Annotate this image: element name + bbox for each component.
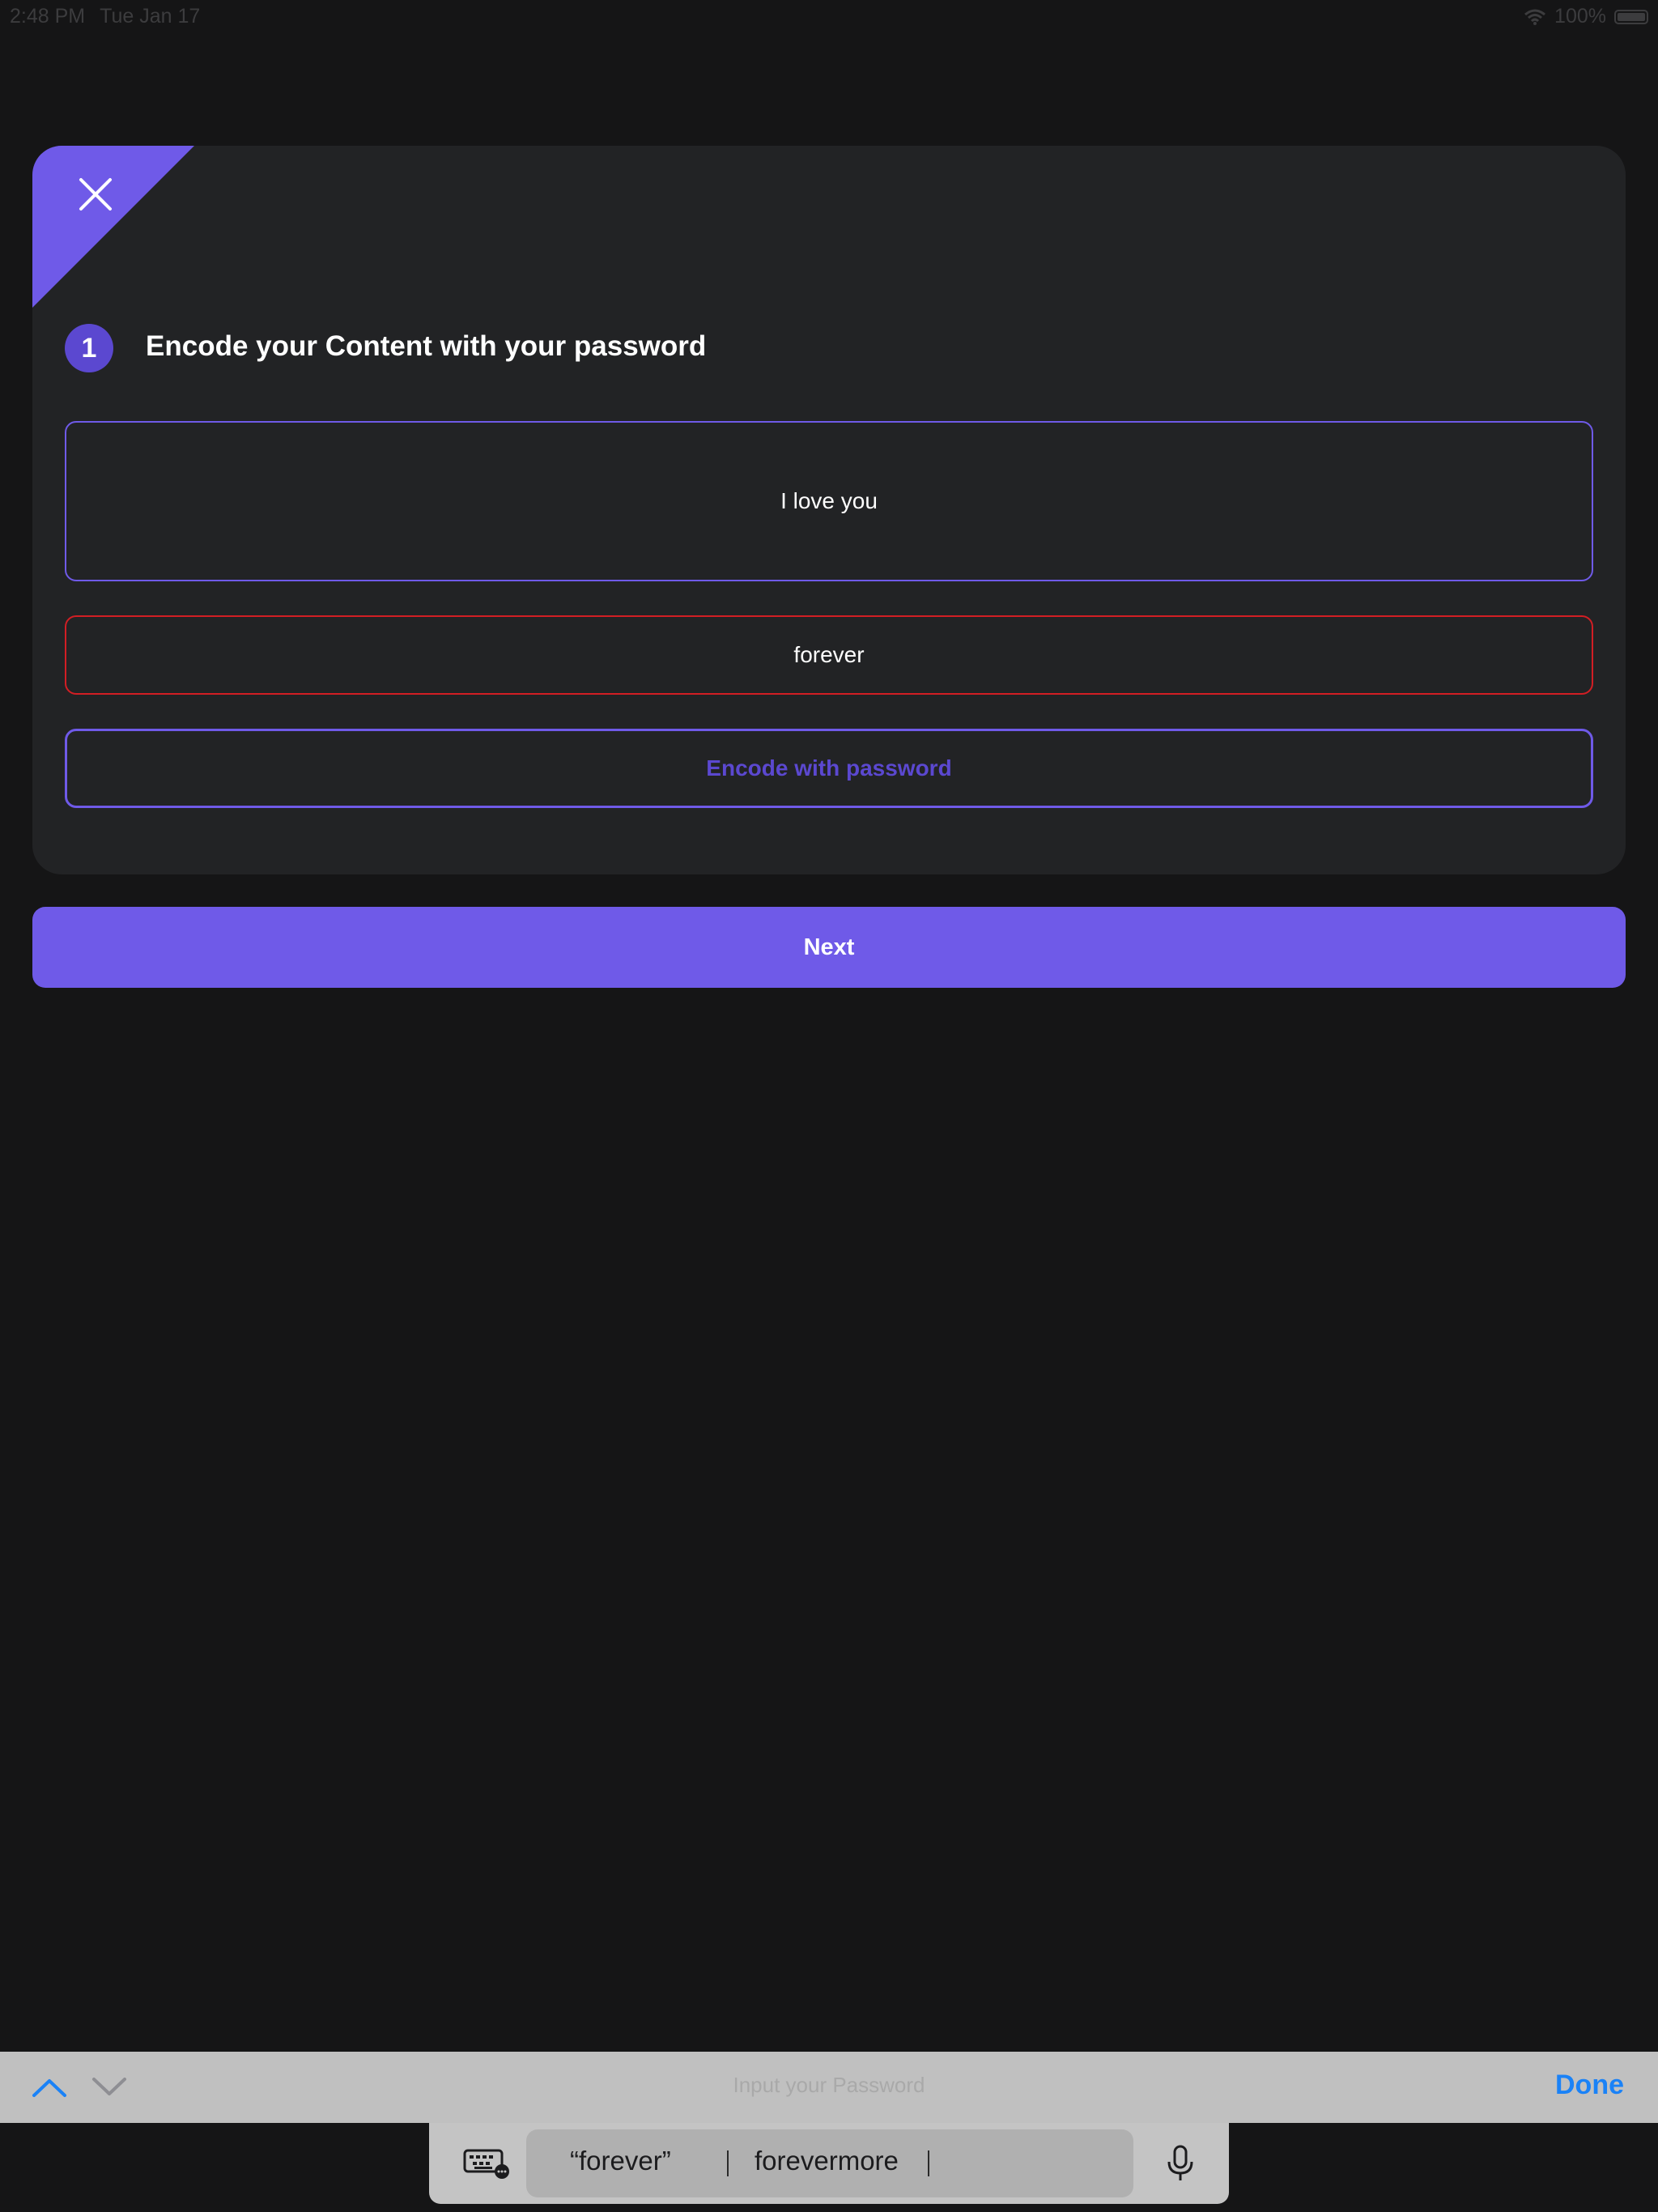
toolbar-placeholder: Input your Password: [733, 2073, 925, 2097]
close-icon[interactable]: [71, 170, 120, 219]
done-button[interactable]: Done: [1555, 2069, 1624, 2101]
password-input[interactable]: forever: [65, 615, 1593, 695]
status-left: 2:48 PM Tue Jan 17: [10, 5, 200, 28]
step-title: Encode your Content with your password: [146, 330, 707, 362]
battery-icon: [1614, 9, 1648, 24]
suggestion-item[interactable]: “forever”: [570, 2146, 671, 2176]
suggestion-pill: “forever” forevermore: [526, 2129, 1133, 2197]
password-input-value: forever: [793, 642, 865, 667]
microphone-icon[interactable]: [1164, 2144, 1197, 2183]
status-right: 100%: [1524, 5, 1648, 28]
content-input-value: I love you: [780, 488, 878, 513]
status-time: 2:48 PM: [10, 5, 86, 28]
suggestion-item[interactable]: forevermore: [755, 2146, 899, 2176]
suggestion-divider: [727, 2150, 729, 2176]
step-badge: 1: [65, 324, 113, 372]
wifi-icon: [1524, 9, 1546, 25]
suggestion-divider: [928, 2150, 929, 2176]
status-date: Tue Jan 17: [100, 5, 201, 28]
content-input[interactable]: I love you: [65, 421, 1593, 581]
next-button-label: Next: [803, 934, 855, 960]
keyboard-input-toolbar: Input your Password Done: [0, 2052, 1658, 2123]
status-bar: 2:48 PM Tue Jan 17 100%: [0, 0, 1658, 32]
next-button[interactable]: Next: [32, 907, 1626, 988]
encode-button-label: Encode with password: [706, 755, 952, 781]
suggestion-bar: “forever” forevermore: [429, 2123, 1229, 2204]
keyboard-icon[interactable]: [463, 2147, 510, 2180]
encode-with-password-button[interactable]: Encode with password: [65, 729, 1593, 808]
encode-card: 1 Encode your Content with your password…: [32, 146, 1626, 874]
battery-percent: 100%: [1554, 5, 1606, 28]
